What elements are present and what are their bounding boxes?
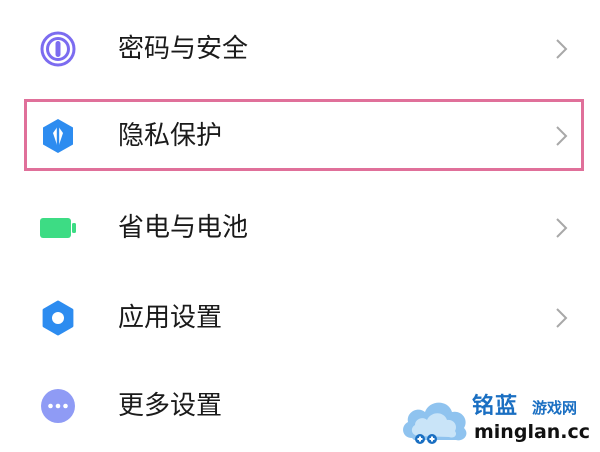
more-dots-icon <box>40 388 76 424</box>
battery-icon <box>40 210 76 246</box>
watermark: 铭蓝 游戏网 minglan.cc <box>398 390 598 448</box>
settings-item-app-settings[interactable]: 应用设置 <box>0 274 600 364</box>
settings-item-label: 密码与安全 <box>118 34 249 64</box>
settings-list: 密码与安全 隐私保护 省电与电池 应用设置 更多设置 <box>0 0 600 450</box>
watermark-subtitle: 游戏网 <box>532 399 578 417</box>
settings-item-battery[interactable]: 省电与电池 <box>0 184 600 274</box>
settings-item-label: 应用设置 <box>118 303 223 333</box>
shield-icon <box>40 118 76 154</box>
settings-item-password-security[interactable]: 密码与安全 <box>0 5 600 95</box>
settings-item-privacy[interactable]: 隐私保护 <box>0 92 600 182</box>
fingerprint-icon <box>40 31 76 67</box>
settings-item-label: 更多设置 <box>118 391 223 421</box>
settings-item-label: 省电与电池 <box>118 213 249 243</box>
chevron-right-icon <box>552 124 570 148</box>
chevron-right-icon <box>552 216 570 240</box>
chevron-right-icon <box>552 37 570 61</box>
cloud-logo-icon <box>398 394 472 446</box>
gear-icon <box>40 300 76 336</box>
watermark-domain: minglan.cc <box>474 421 591 443</box>
chevron-right-icon <box>552 306 570 330</box>
watermark-brand: 铭蓝 <box>472 394 519 419</box>
settings-item-label: 隐私保护 <box>118 121 223 151</box>
